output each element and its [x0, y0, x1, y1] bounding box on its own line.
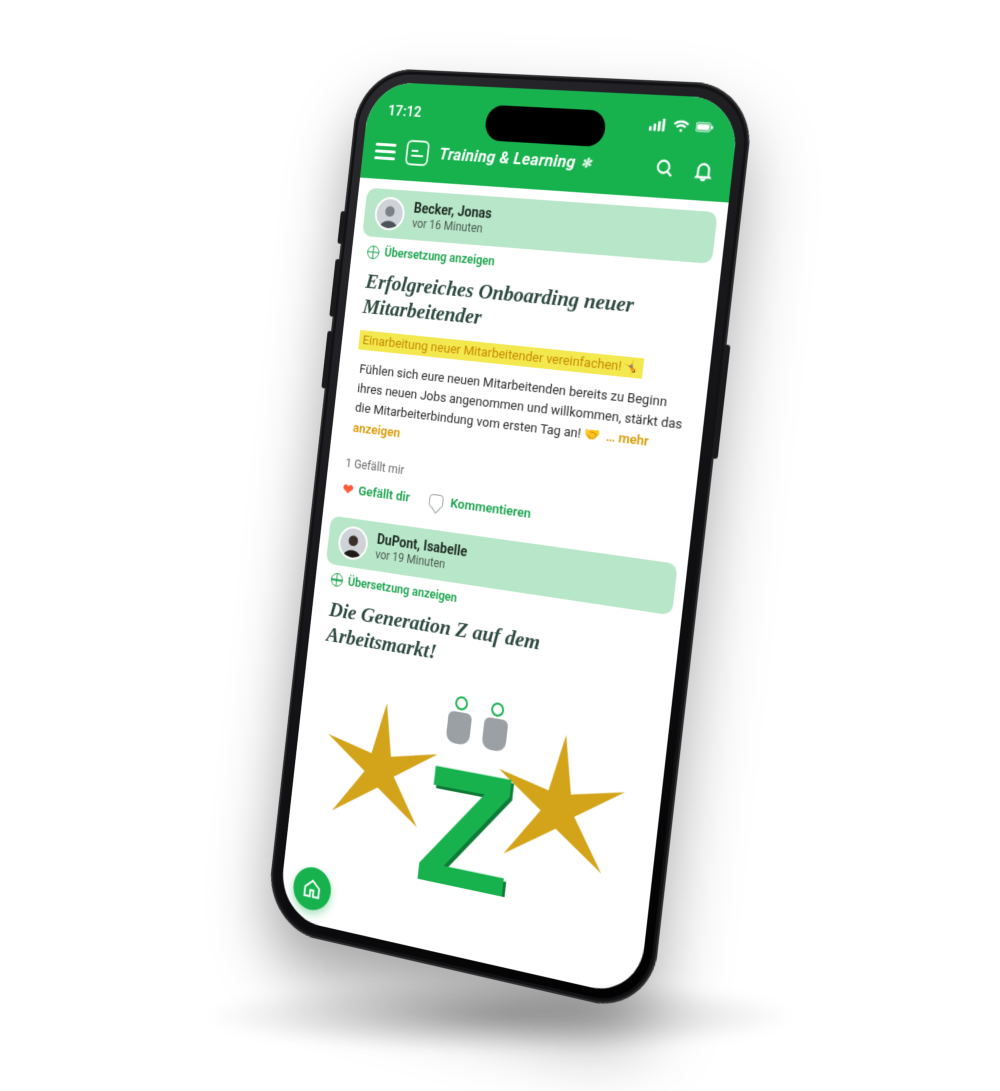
globe-icon	[367, 244, 380, 259]
search-icon[interactable]	[653, 156, 677, 180]
floor-shadow	[210, 981, 790, 1051]
dynamic-island	[484, 104, 607, 146]
power-button	[712, 344, 731, 459]
letter-z-graphic: Z	[410, 738, 522, 925]
feed-icon	[405, 139, 430, 166]
battery-icon	[695, 119, 714, 134]
wifi-icon	[672, 118, 691, 133]
phone-frame: 17:12 Training & Learning ✻	[265, 67, 756, 1015]
home-icon	[302, 876, 323, 901]
status-indicators	[649, 117, 715, 135]
signal-icon	[649, 117, 668, 132]
home-button[interactable]	[291, 863, 333, 913]
page-title: Training & Learning	[438, 144, 576, 172]
cartwheel-emoji: 🤸	[623, 358, 641, 376]
mute-switch	[337, 211, 346, 244]
phone-screen: 17:12 Training & Learning ✻	[278, 81, 740, 998]
heart-icon: ❤	[342, 480, 355, 499]
feed[interactable]: Becker, Jonas vor 16 Minuten Übersetzung…	[285, 177, 728, 926]
settings-gear-icon[interactable]: ✻	[580, 155, 592, 171]
volume-down-button	[321, 330, 332, 388]
bell-icon[interactable]	[692, 158, 716, 182]
handshake-emoji: 🤝	[583, 426, 601, 444]
post-image: Z	[294, 660, 660, 924]
menu-button[interactable]	[374, 142, 396, 160]
comment-button[interactable]: Kommentieren	[428, 492, 531, 521]
star-icon	[480, 722, 637, 900]
globe-icon	[330, 572, 343, 587]
post-card: DuPont, Isabelle vor 19 Minuten Übersetz…	[294, 515, 678, 925]
comment-icon	[428, 493, 444, 509]
avatar[interactable]	[373, 196, 406, 231]
avatar[interactable]	[337, 524, 370, 561]
like-button[interactable]: ❤ Gefällt dir	[342, 480, 411, 506]
post-card: Becker, Jonas vor 16 Minuten Übersetzung…	[332, 187, 717, 551]
status-time: 17:12	[387, 101, 422, 120]
volume-up-button	[329, 259, 340, 317]
